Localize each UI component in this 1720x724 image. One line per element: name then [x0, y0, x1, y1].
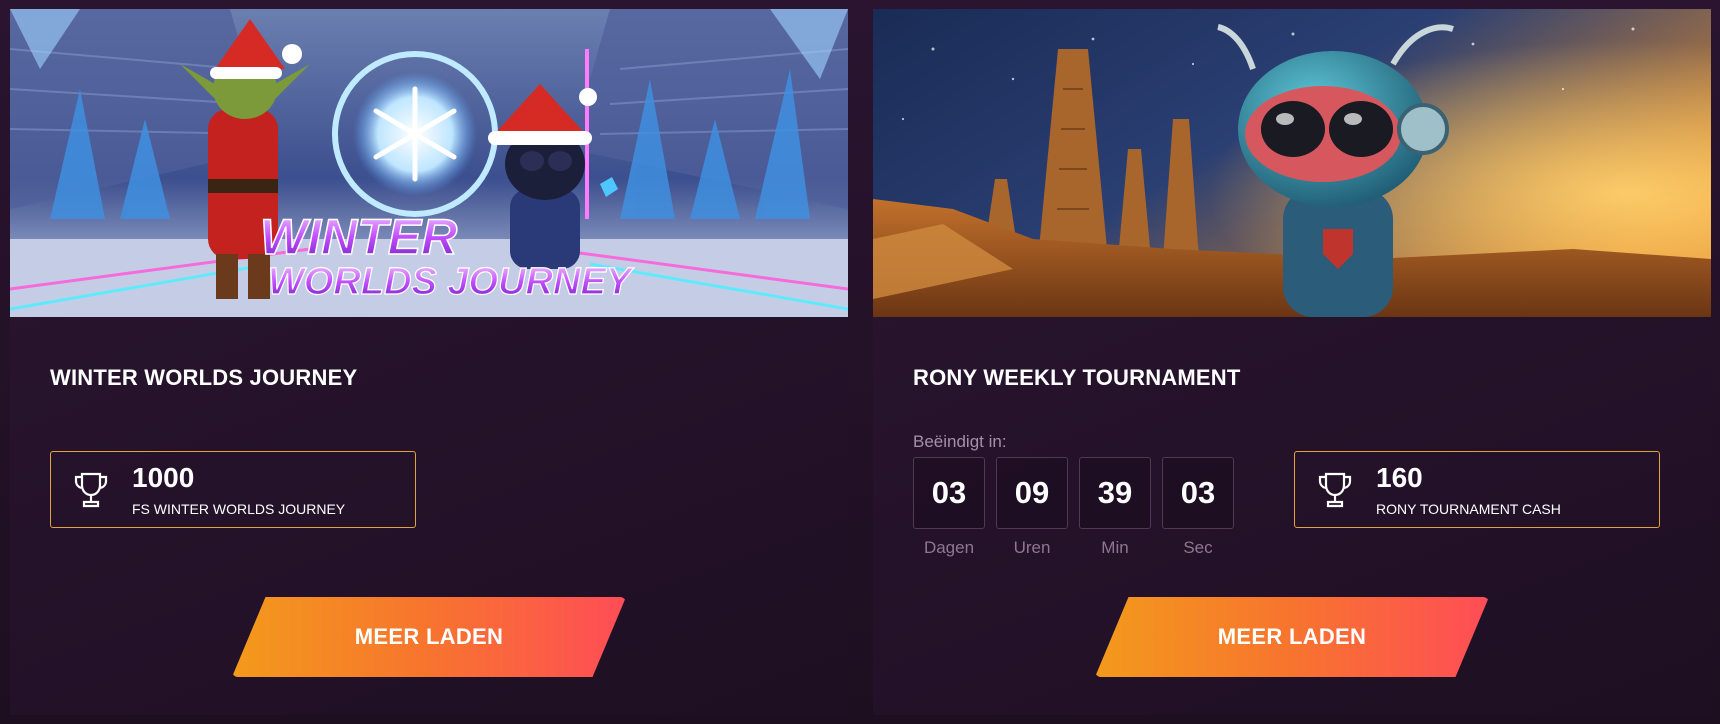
- svg-text:WORLDS JOURNEY: WORLDS JOURNEY: [268, 261, 635, 303]
- countdown-hours: 09 Uren: [996, 457, 1068, 558]
- prize-box: 160 RONY TOURNAMENT CASH: [1294, 451, 1660, 528]
- countdown-value: 39: [1079, 457, 1151, 529]
- load-more-button[interactable]: MEER LADEN: [1095, 597, 1489, 677]
- promo-banner-rony-weekly-tournament[interactable]: [873, 9, 1711, 317]
- promo-card-winter-worlds-journey: WINTER WORLDS JOURNEY WINTER WORLDS JOUR…: [10, 9, 848, 715]
- trophy-icon: [74, 472, 108, 508]
- trophy-icon: [1318, 472, 1352, 508]
- countdown-value: 09: [996, 457, 1068, 529]
- promo-banner-winter-worlds-journey[interactable]: WINTER WORLDS JOURNEY: [10, 9, 848, 317]
- prize-label: FS WINTER WORLDS JOURNEY: [132, 501, 346, 517]
- promo-card-rony-weekly-tournament: RONY WEEKLY TOURNAMENT Beëindigt in: 03 …: [873, 9, 1711, 715]
- countdown-caption: Dagen: [923, 538, 975, 557]
- countdown-timer: 03 Dagen 09 Uren 39 Min 03 Sec: [913, 457, 1234, 558]
- load-more-button-label: MEER LADEN: [1217, 624, 1367, 649]
- promo-title: WINTER WORLDS JOURNEY: [50, 365, 358, 390]
- prize-box: 1000 FS WINTER WORLDS JOURNEY: [50, 451, 416, 528]
- countdown-label: Beëindigt in:: [913, 432, 1007, 451]
- promo-title: RONY WEEKLY TOURNAMENT: [913, 365, 1241, 390]
- prize-label: RONY TOURNAMENT CASH: [1376, 501, 1561, 517]
- countdown-minutes: 39 Min: [1079, 457, 1151, 558]
- prize-value: 1000: [132, 462, 195, 493]
- countdown-caption: Uren: [1013, 538, 1051, 557]
- countdown-value: 03: [1162, 457, 1234, 529]
- countdown-value: 03: [913, 457, 985, 529]
- prize-value: 160: [1376, 462, 1423, 493]
- countdown-caption: Min: [1101, 538, 1129, 557]
- load-more-button-label: MEER LADEN: [354, 624, 504, 649]
- load-more-button[interactable]: MEER LADEN: [232, 597, 626, 677]
- countdown-caption: Sec: [1183, 538, 1213, 557]
- svg-text:WINTER: WINTER: [260, 209, 457, 265]
- promotions-page: WINTER WORLDS JOURNEY WINTER WORLDS JOUR…: [0, 0, 1720, 724]
- countdown-days: 03 Dagen: [913, 457, 985, 558]
- countdown-seconds: 03 Sec: [1162, 457, 1234, 558]
